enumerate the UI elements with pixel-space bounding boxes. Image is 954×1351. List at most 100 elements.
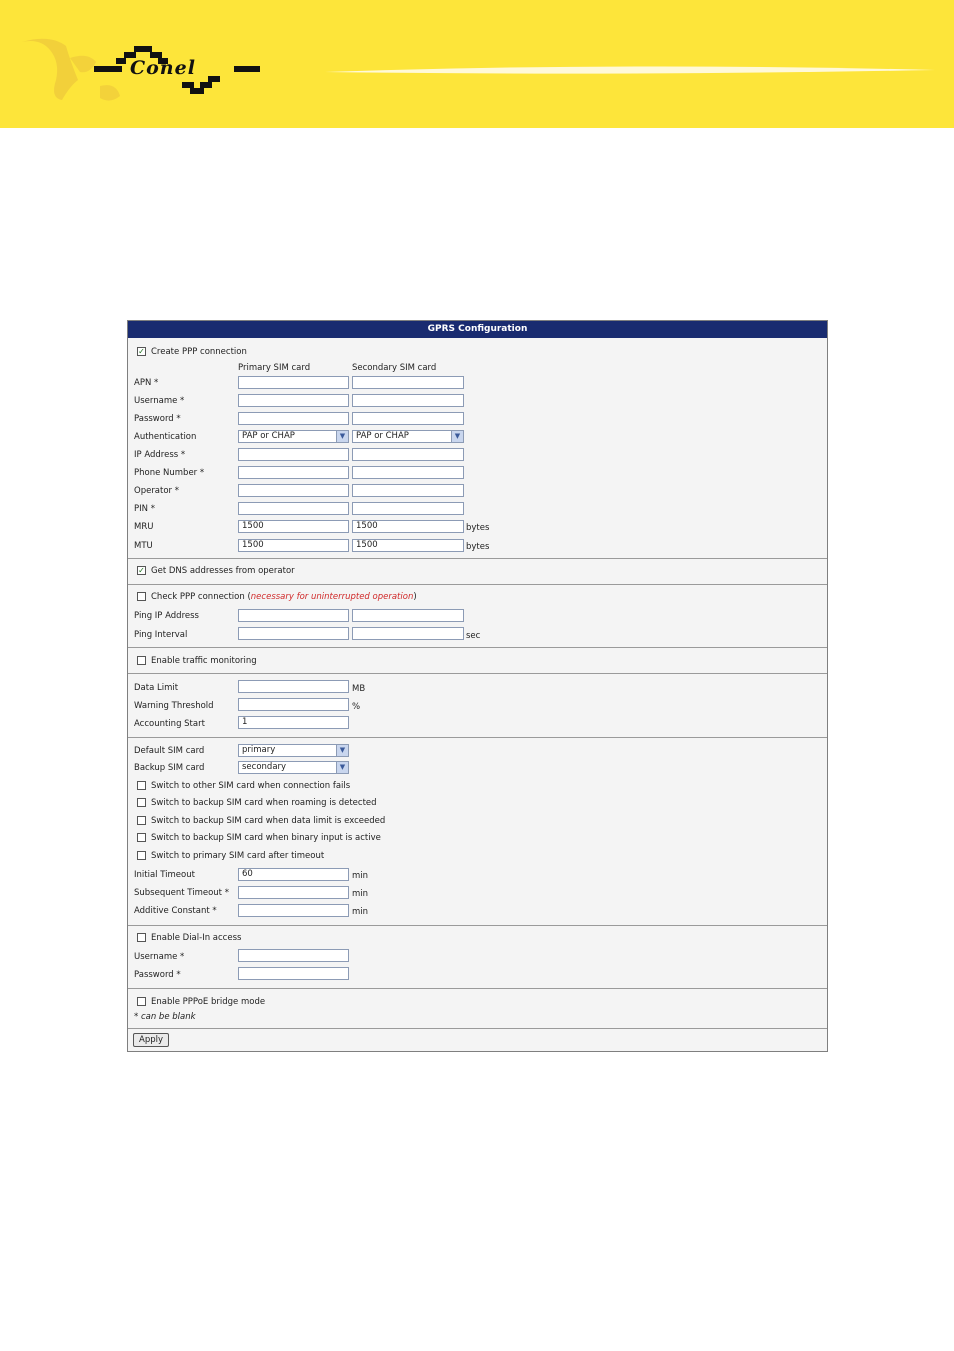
backup-sim-select[interactable]: secondary ▼ (238, 761, 349, 774)
subsequent-timeout-input[interactable] (238, 886, 349, 899)
pin-primary-input[interactable] (238, 502, 349, 515)
ping-interval-label: Ping Interval (134, 630, 188, 640)
authentication-primary-value: PAP or CHAP (242, 431, 295, 441)
check-ppp-label-row: Check PPP connection (necessary for unin… (151, 592, 417, 602)
pin-secondary-input[interactable] (352, 502, 464, 515)
accounting-start-input[interactable]: 1 (238, 716, 349, 729)
dial-in-password-input[interactable] (238, 967, 349, 980)
phone-number-primary-input[interactable] (238, 466, 349, 479)
mtu-primary-input[interactable]: 1500 (238, 539, 349, 552)
password-primary-input[interactable] (238, 412, 349, 425)
dial-in-checkbox[interactable] (137, 933, 146, 942)
panel-title: GPRS Configuration (128, 321, 827, 338)
ping-ip-label: Ping IP Address (134, 611, 199, 621)
additive-constant-input[interactable] (238, 904, 349, 917)
subsequent-timeout-unit: min (352, 889, 369, 899)
mru-unit: bytes (466, 523, 490, 533)
warning-threshold-input[interactable] (238, 698, 349, 711)
ping-interval-primary-input[interactable] (238, 627, 349, 640)
divider (128, 673, 827, 674)
subsequent-timeout-label: Subsequent Timeout * (134, 888, 229, 898)
mtu-secondary-input[interactable]: 1500 (352, 539, 464, 552)
chevron-down-icon[interactable]: ▼ (451, 431, 463, 442)
ping-interval-secondary-input[interactable] (352, 627, 464, 640)
dns-checkbox[interactable]: ✓ (137, 566, 146, 575)
switch-to-primary-label: Switch to primary SIM card after timeout (151, 851, 325, 861)
create-ppp-checkbox[interactable]: ✓ (137, 347, 146, 356)
authentication-secondary-select[interactable]: PAP or CHAP ▼ (352, 430, 464, 443)
initial-timeout-input[interactable]: 60 (238, 868, 349, 881)
divider (128, 988, 827, 989)
data-limit-label: Data Limit (134, 683, 179, 693)
data-limit-input[interactable] (238, 680, 349, 693)
switch-on-data-limit-label: Switch to backup SIM card when data limi… (151, 816, 386, 826)
traffic-monitoring-checkbox[interactable] (137, 656, 146, 665)
apn-primary-input[interactable] (238, 376, 349, 389)
switch-on-roaming-checkbox[interactable] (137, 798, 146, 807)
apn-secondary-input[interactable] (352, 376, 464, 389)
initial-timeout-label: Initial Timeout (134, 870, 195, 880)
ping-ip-secondary-input[interactable] (352, 609, 464, 622)
ip-address-primary-input[interactable] (238, 448, 349, 461)
check-ppp-checkbox[interactable] (137, 592, 146, 601)
switch-on-fail-checkbox[interactable] (137, 781, 146, 790)
username-primary-input[interactable] (238, 394, 349, 407)
mru-label: MRU (134, 522, 154, 532)
mru-secondary-input[interactable]: 1500 (352, 520, 464, 533)
authentication-label: Authentication (134, 432, 197, 442)
gprs-configuration-panel: GPRS Configuration ✓ Create PPP connecti… (127, 320, 828, 1052)
divider (128, 737, 827, 738)
dial-in-label: Enable Dial-In access (151, 933, 242, 943)
switch-on-binary-input-label: Switch to backup SIM card when binary in… (151, 833, 381, 843)
switch-to-primary-checkbox[interactable] (137, 851, 146, 860)
backup-sim-label: Backup SIM card (134, 763, 205, 773)
phone-number-secondary-input[interactable] (352, 466, 464, 479)
blank-note: * can be blank (134, 1012, 196, 1022)
check-ppp-note: necessary for uninterrupted operation (250, 592, 414, 602)
divider (128, 1028, 827, 1029)
check-ppp-note-close: ) (413, 592, 417, 602)
dial-in-username-label: Username * (134, 952, 185, 962)
operator-label: Operator * (134, 486, 179, 496)
username-secondary-input[interactable] (352, 394, 464, 407)
chevron-down-icon[interactable]: ▼ (336, 762, 348, 773)
mtu-unit: bytes (466, 542, 490, 552)
accounting-start-label: Accounting Start (134, 719, 205, 729)
default-sim-label: Default SIM card (134, 746, 205, 756)
switch-on-data-limit-checkbox[interactable] (137, 816, 146, 825)
pppoe-bridge-checkbox[interactable] (137, 997, 146, 1006)
ping-interval-unit: sec (466, 631, 481, 641)
switch-on-binary-input-checkbox[interactable] (137, 833, 146, 842)
warning-threshold-unit: % (352, 702, 361, 712)
divider (128, 647, 827, 648)
apply-button[interactable]: Apply (133, 1033, 169, 1047)
authentication-secondary-value: PAP or CHAP (356, 431, 409, 441)
divider (128, 558, 827, 559)
chevron-down-icon[interactable]: ▼ (336, 431, 348, 442)
logo-text: Conel (130, 57, 196, 79)
dns-label: Get DNS addresses from operator (151, 566, 295, 576)
check-ppp-label: Check PPP connection (151, 592, 245, 602)
chevron-down-icon[interactable]: ▼ (336, 745, 348, 756)
password-secondary-input[interactable] (352, 412, 464, 425)
dial-in-password-label: Password * (134, 970, 181, 980)
mru-primary-input[interactable]: 1500 (238, 520, 349, 533)
divider (128, 584, 827, 585)
phone-number-label: Phone Number * (134, 468, 205, 478)
operator-secondary-input[interactable] (352, 484, 464, 497)
default-sim-select[interactable]: primary ▼ (238, 744, 349, 757)
ip-address-secondary-input[interactable] (352, 448, 464, 461)
additive-constant-label: Additive Constant * (134, 906, 217, 916)
additive-constant-unit: min (352, 907, 369, 917)
username-label: Username * (134, 396, 185, 406)
divider (128, 925, 827, 926)
operator-primary-input[interactable] (238, 484, 349, 497)
header-banner: Conel (0, 0, 954, 128)
ip-address-label: IP Address * (134, 450, 186, 460)
pppoe-bridge-label: Enable PPPoE bridge mode (151, 997, 266, 1007)
dial-in-username-input[interactable] (238, 949, 349, 962)
authentication-primary-select[interactable]: PAP or CHAP ▼ (238, 430, 349, 443)
backup-sim-value: secondary (242, 762, 287, 772)
ping-ip-primary-input[interactable] (238, 609, 349, 622)
data-limit-unit: MB (352, 684, 366, 694)
